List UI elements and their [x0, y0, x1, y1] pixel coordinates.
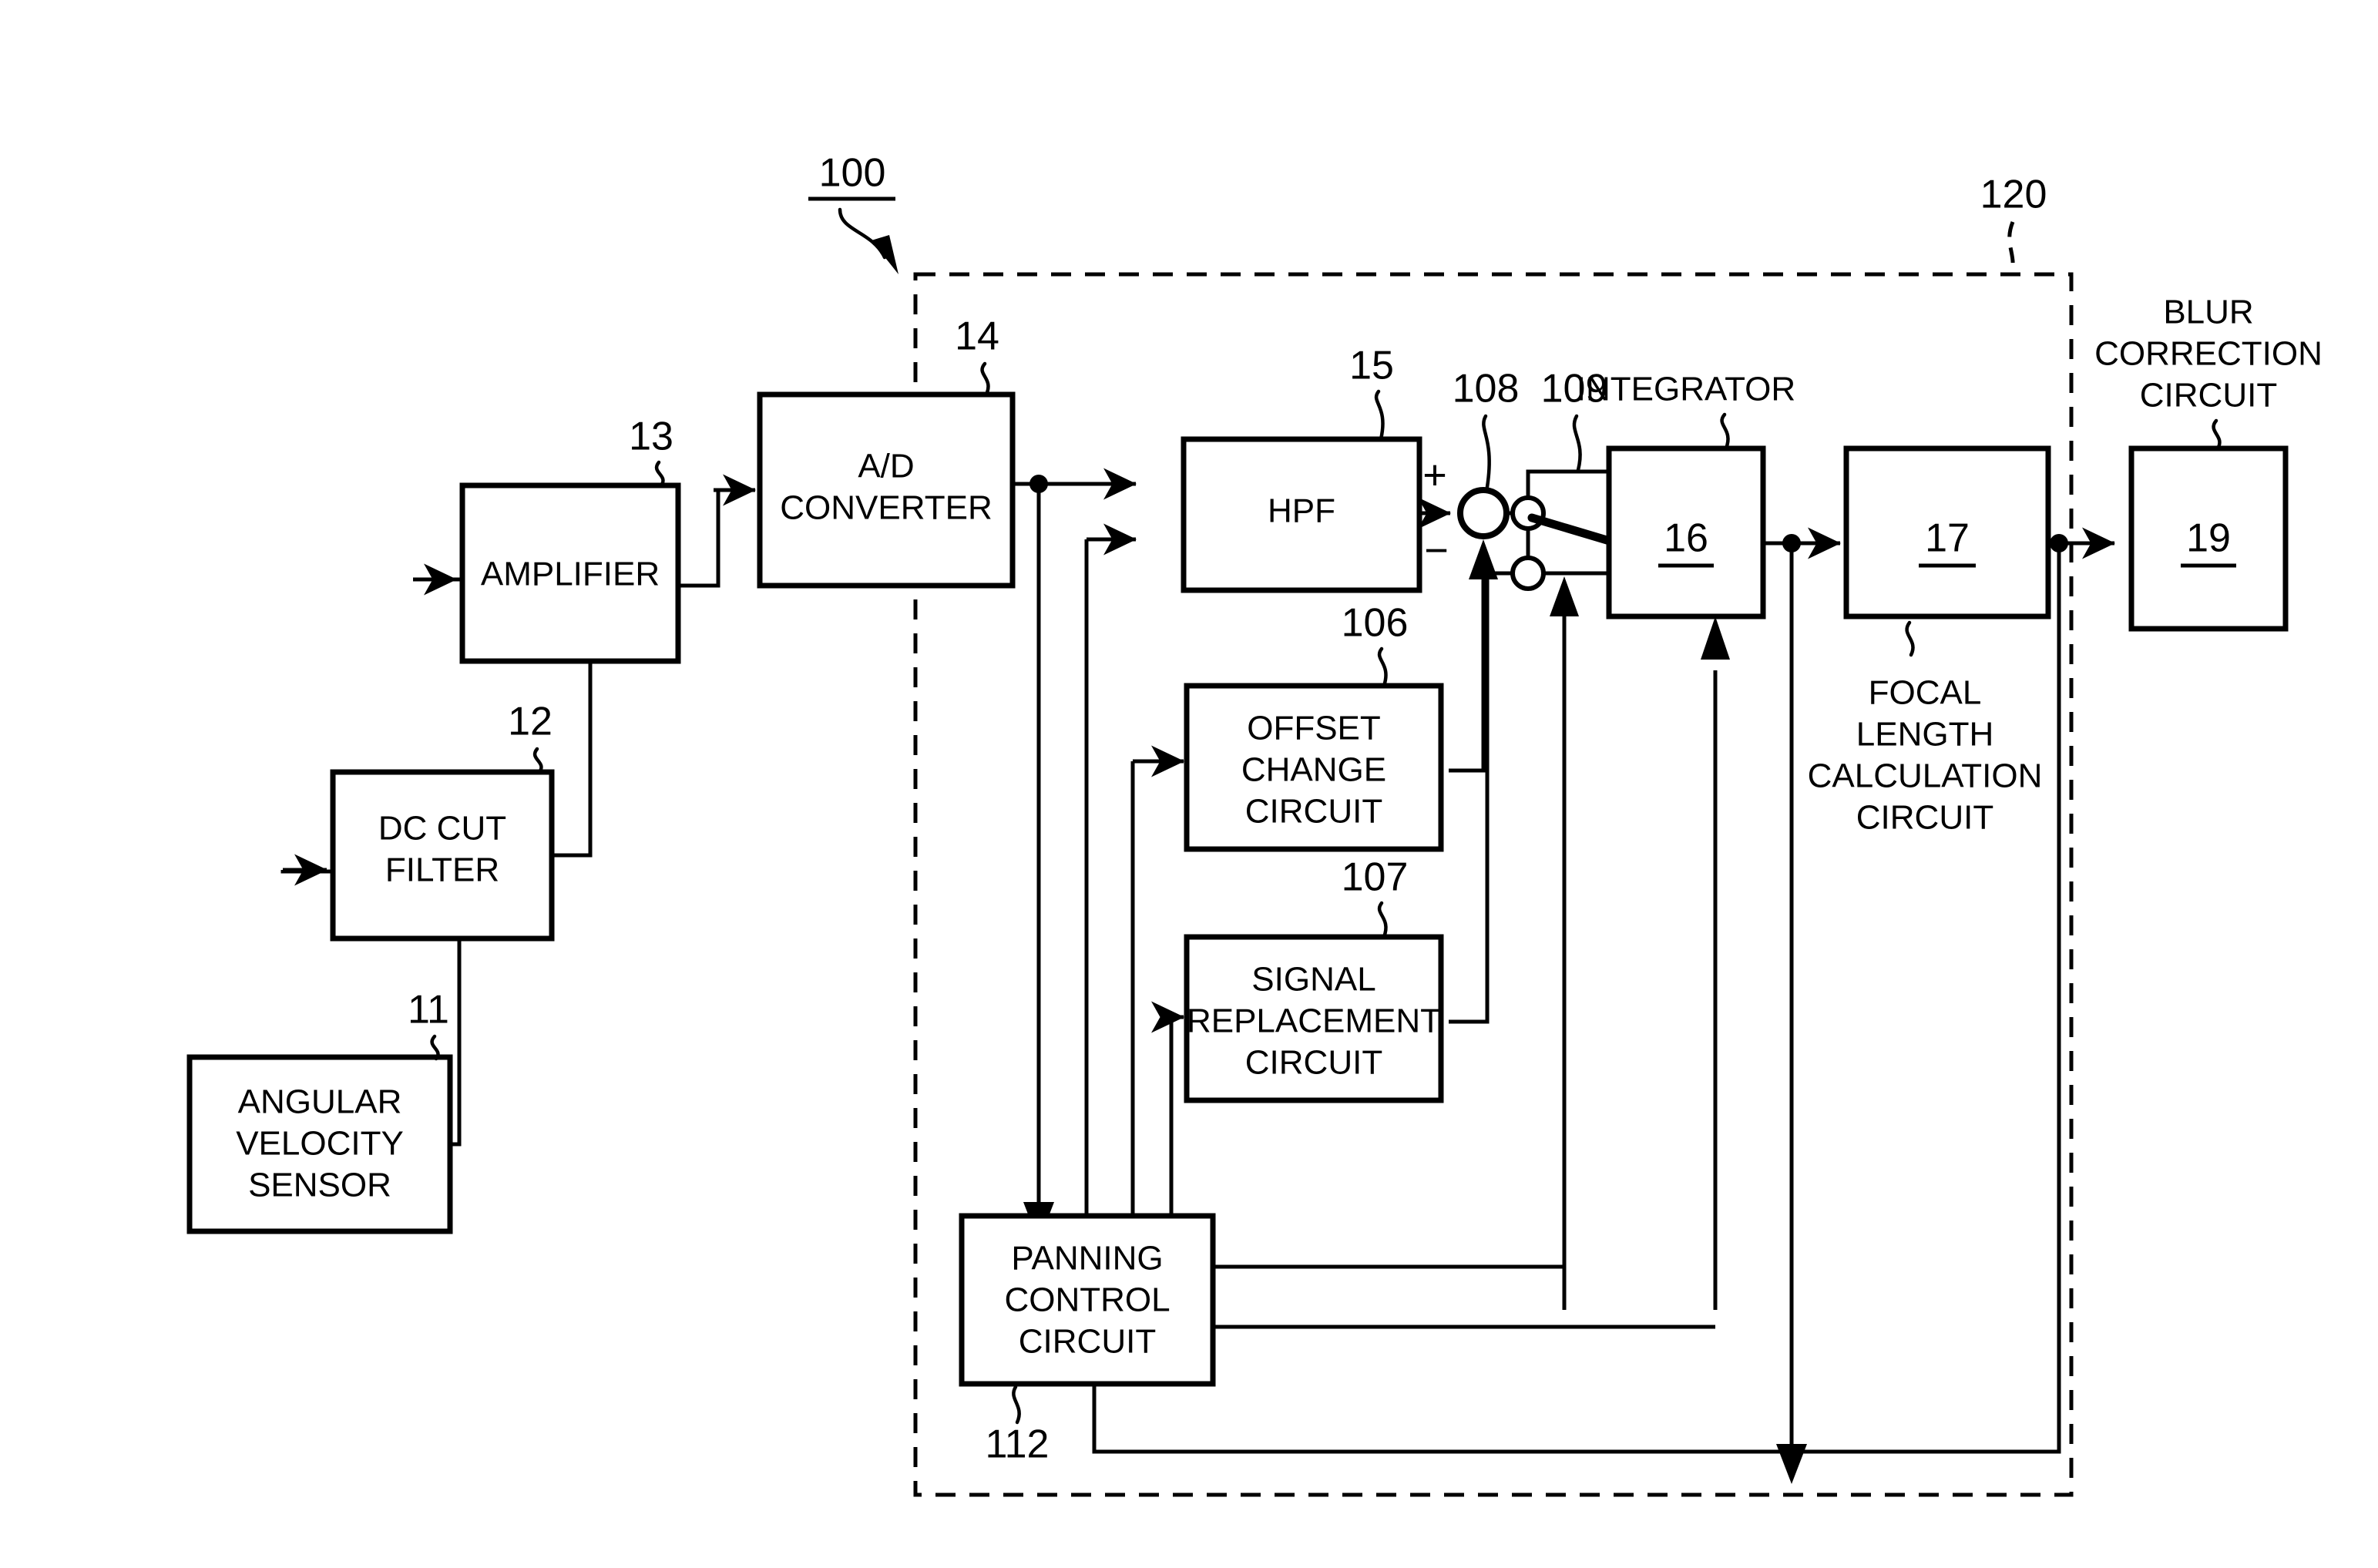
ref-17-leader: [1905, 620, 1915, 657]
ref-112-leader: [1012, 1385, 1021, 1425]
angular-velocity-sensor-line-1: ANGULAR: [238, 1083, 402, 1121]
ref-120-leader: [2007, 221, 2015, 275]
ref-106-leader: [1377, 646, 1388, 688]
ref-11-label: 11: [408, 988, 449, 1032]
ref-108-label: 108: [1453, 367, 1520, 411]
ref-107-label: 107: [1342, 855, 1409, 900]
dc-cut-filter-line-2: FILTER: [385, 851, 499, 889]
focal-length-caption-line-1: FOCAL: [1869, 674, 1982, 712]
focal-length-caption-line-4: CIRCUIT: [1856, 799, 1993, 837]
hpf-line-1: HPF: [1268, 492, 1335, 530]
ref-12-leader: [532, 747, 543, 774]
ref-19-leader: [2212, 418, 2222, 451]
ref-14-leader: [980, 361, 990, 397]
focal-length-caption-line-3: CALCULATION: [1808, 757, 2043, 795]
ref-100-leader-arrowhead: [872, 235, 898, 274]
ref-106-label: 106: [1342, 601, 1409, 646]
block-diagram-svg: 100 120 ANGULAR VELOCITY SENSOR 11 DC CU…: [186, 151, 2323, 1497]
offset-change-line-1: OFFSET: [1247, 710, 1381, 747]
wire-panning-to-switch-arrowhead: [1550, 576, 1579, 616]
ref-13-label: 13: [629, 415, 673, 459]
offset-change-line-2: CHANGE: [1241, 751, 1386, 789]
focal-length-caption-line-2: LENGTH: [1856, 716, 1993, 754]
integrator-caption: INTEGRATOR: [1577, 371, 1795, 408]
ref-16-leader: [1720, 412, 1730, 451]
panning-control-line-2: CONTROL: [1004, 1281, 1170, 1319]
ref-107-leader: [1377, 901, 1388, 939]
wire-offset-out-run: [1449, 644, 1486, 773]
ref-15-leader: [1374, 389, 1385, 442]
signal-replacement-line-3: CIRCUIT: [1245, 1044, 1382, 1082]
ref-100-leader: [838, 207, 887, 260]
ref-112-label: 112: [986, 1422, 1050, 1467]
blur-correction-caption-line-3: CIRCUIT: [2140, 377, 2277, 415]
focal-length-inner-ref: 17: [1925, 516, 1970, 561]
blur-correction-inner-ref: 19: [2186, 516, 2231, 561]
ref-13-leader: [654, 460, 665, 488]
ad-converter-line-2: CONVERTER: [780, 489, 992, 527]
ref-108-leader: [1482, 414, 1491, 489]
angular-velocity-sensor-line-3: SENSOR: [248, 1167, 391, 1204]
amplifier-line-1: AMPLIFIER: [481, 556, 660, 593]
panning-control-line-1: PANNING: [1011, 1240, 1163, 1278]
signal-replacement-line-2: REPLACEMENT: [1187, 1002, 1441, 1040]
sum-plus-sign: +: [1422, 452, 1447, 498]
ref-100-label: 100: [819, 151, 886, 196]
wire-signalreplace-to-switch: [1449, 571, 1513, 1024]
figure-canvas: 100 120 ANGULAR VELOCITY SENSOR 11 DC CU…: [0, 0, 2378, 1568]
ref-12-label: 12: [508, 700, 553, 744]
blur-correction-caption-line-2: CORRECTION: [2094, 335, 2323, 373]
angular-velocity-sensor-line-2: VELOCITY: [236, 1125, 404, 1163]
dc-cut-filter-line-1: DC CUT: [378, 810, 506, 848]
panning-control-line-3: CIRCUIT: [1019, 1323, 1156, 1361]
switch-terminal-bottom-left[interactable]: [1510, 556, 1546, 591]
integrator-inner-ref: 16: [1664, 516, 1708, 561]
signal-replacement-line-1: SIGNAL: [1251, 961, 1375, 999]
ref-14-label: 14: [955, 314, 999, 359]
wire-panning-to-integrator-arrowhead: [1701, 616, 1730, 660]
summing-junction-108[interactable]: [1457, 487, 1510, 539]
ref-109-leader: [1572, 414, 1582, 472]
sum-minus-sign: −: [1424, 527, 1449, 573]
offset-change-line-3: CIRCUIT: [1245, 793, 1382, 831]
ref-120-label: 120: [1980, 173, 2047, 217]
blur-correction-caption-line-1: BLUR: [2163, 294, 2253, 331]
wire-amplifier-to-adc: [678, 488, 720, 588]
ref-15-label: 15: [1349, 344, 1394, 388]
ad-converter-line-1: A/D: [858, 448, 914, 485]
